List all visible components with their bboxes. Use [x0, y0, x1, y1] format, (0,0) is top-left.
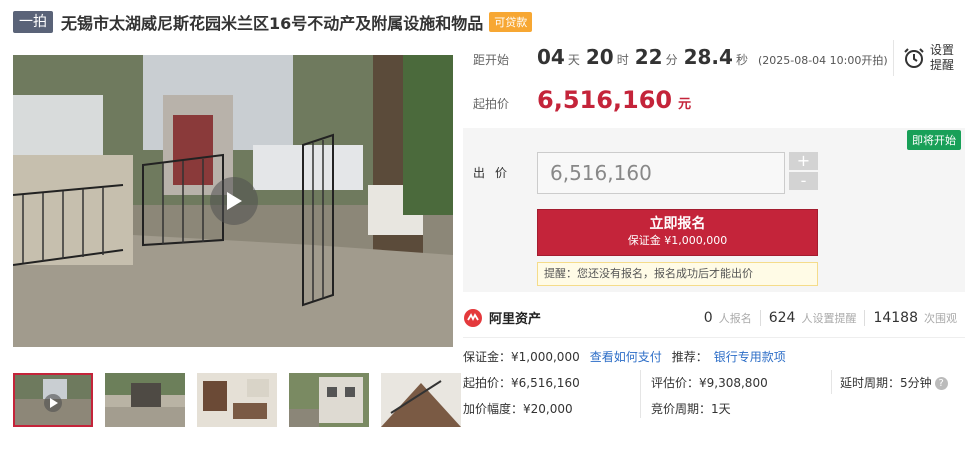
countdown-row: 距开始 04 天 20 时 22 分 28.4 秒 (2025-08-04 10… — [473, 45, 888, 69]
stat-signups: 0 人报名 — [696, 310, 760, 326]
countdown-days-unit: 天 — [567, 53, 580, 67]
detail-appraisal: 评估价：¥9,308,800 — [651, 376, 768, 390]
signup-deposit-label: 保证金 ¥1,000,000 — [627, 234, 728, 247]
detail-delay: 延时周期：5分钟 — [840, 376, 932, 390]
thumbnail-3[interactable] — [197, 373, 277, 427]
detail-increment: 加价幅度：¥20,000 — [463, 402, 573, 416]
start-price-unit: 元 — [678, 97, 692, 112]
status-badge: 即将开始 — [907, 130, 961, 150]
thumbnail-strip — [13, 373, 461, 427]
signup-tip: 提醒：您还没有报名，报名成功后才能出价 — [537, 262, 818, 286]
bank-payment-link[interactable]: 银行专用款项 — [714, 348, 786, 365]
details-column-1: 起拍价：¥6,516,160 加价幅度：¥20,000 — [463, 370, 580, 422]
thumbnail-image — [105, 373, 185, 427]
start-price-label: 起拍价 — [473, 97, 510, 111]
set-reminder-button[interactable]: 设置 提醒 — [893, 40, 965, 76]
decrease-bid-button[interactable]: - — [789, 172, 818, 190]
page-title: 无锡市太湖威尼斯花园米兰区16号不动产及附属设施和物品 — [61, 14, 484, 33]
stats-group: 0 人报名 624 人设置提醒 14188 次围观 — [696, 309, 965, 326]
stat-reminders: 624 人设置提醒 — [759, 309, 865, 326]
details-column-3: 延时周期：5分钟? — [831, 370, 948, 394]
play-video-button[interactable] — [210, 177, 258, 225]
loan-badge: 可贷款 — [489, 12, 533, 32]
thumbnail-2[interactable] — [105, 373, 185, 427]
how-to-pay-link[interactable]: 查看如何支付 — [590, 348, 662, 365]
platform-brand[interactable]: 阿里资产 — [463, 308, 541, 328]
countdown-minutes: 22 — [634, 45, 663, 69]
countdown-hours: 20 — [585, 45, 614, 69]
countdown-seconds: 28.4 — [683, 45, 733, 69]
title-bar: 一拍 无锡市太湖威尼斯花园米兰区16号不动产及附属设施和物品 可贷款 — [13, 10, 533, 34]
countdown-label: 距开始 — [473, 53, 510, 67]
detail-cycle: 竞价周期：1天 — [651, 402, 731, 416]
play-icon — [227, 192, 242, 210]
countdown-seconds-unit: 秒 — [735, 53, 748, 67]
thumbnail-image — [13, 373, 93, 427]
bid-label: 出价 — [473, 166, 518, 180]
stat-number: 0 — [703, 309, 713, 326]
stat-number: 14188 — [873, 309, 918, 326]
thumbnail-4[interactable] — [289, 373, 369, 427]
start-price-row: 起拍价 6,516,160 元 — [473, 86, 691, 114]
deposit-row: 保证金：¥1,000,000 查看如何支付 推荐： 银行专用款项 — [463, 348, 786, 365]
auction-round-tag: 一拍 — [13, 11, 53, 33]
platform-name: 阿里资产 — [489, 312, 542, 327]
signup-button-label: 立即报名 — [649, 216, 706, 232]
help-icon[interactable]: ? — [934, 377, 948, 390]
stat-label: 人报名 — [718, 311, 752, 325]
start-price-value: 6,516,160 — [537, 86, 673, 114]
increase-bid-button[interactable]: + — [789, 152, 818, 170]
countdown-hours-unit: 时 — [616, 53, 629, 67]
countdown-days: 04 — [537, 45, 565, 69]
countdown-minutes-unit: 分 — [665, 53, 678, 67]
stat-number: 624 — [768, 309, 796, 326]
thumbnail-image — [197, 373, 277, 427]
deposit-text: 保证金：¥1,000,000 — [463, 350, 580, 364]
signup-button[interactable]: 立即报名 保证金 ¥1,000,000 — [537, 209, 818, 256]
stat-label: 人设置提醒 — [801, 311, 857, 325]
detail-start-price: 起拍价：¥6,516,160 — [463, 376, 580, 390]
details-column-2: 评估价：¥9,308,800 竞价周期：1天 — [640, 370, 768, 418]
thumbnail-5[interactable] — [381, 373, 461, 427]
main-photo[interactable] — [13, 55, 453, 347]
reminder-label-line1: 设置 — [930, 43, 955, 57]
auction-start-time: (2025-08-04 10:00开拍) — [757, 54, 888, 67]
stat-views: 14188 次围观 — [864, 309, 965, 326]
bid-amount-input[interactable]: 6,516,160 — [537, 152, 785, 194]
platform-stats-row: 阿里资产 0 人报名 624 人设置提醒 14188 次围观 — [463, 298, 965, 338]
bid-panel: 即将开始 出价 6,516,160 + - 立即报名 保证金 ¥1,000,00… — [463, 128, 965, 292]
stat-label: 次围观 — [924, 311, 957, 325]
reminder-label-line2: 提醒 — [930, 58, 955, 72]
thumbnail-image — [289, 373, 369, 427]
alarm-clock-icon — [904, 48, 924, 68]
thumbnail-image — [381, 373, 461, 427]
recommend-label: 推荐： — [671, 350, 708, 364]
thumbnail-1[interactable] — [13, 373, 93, 427]
ali-assets-logo-icon — [464, 308, 482, 327]
